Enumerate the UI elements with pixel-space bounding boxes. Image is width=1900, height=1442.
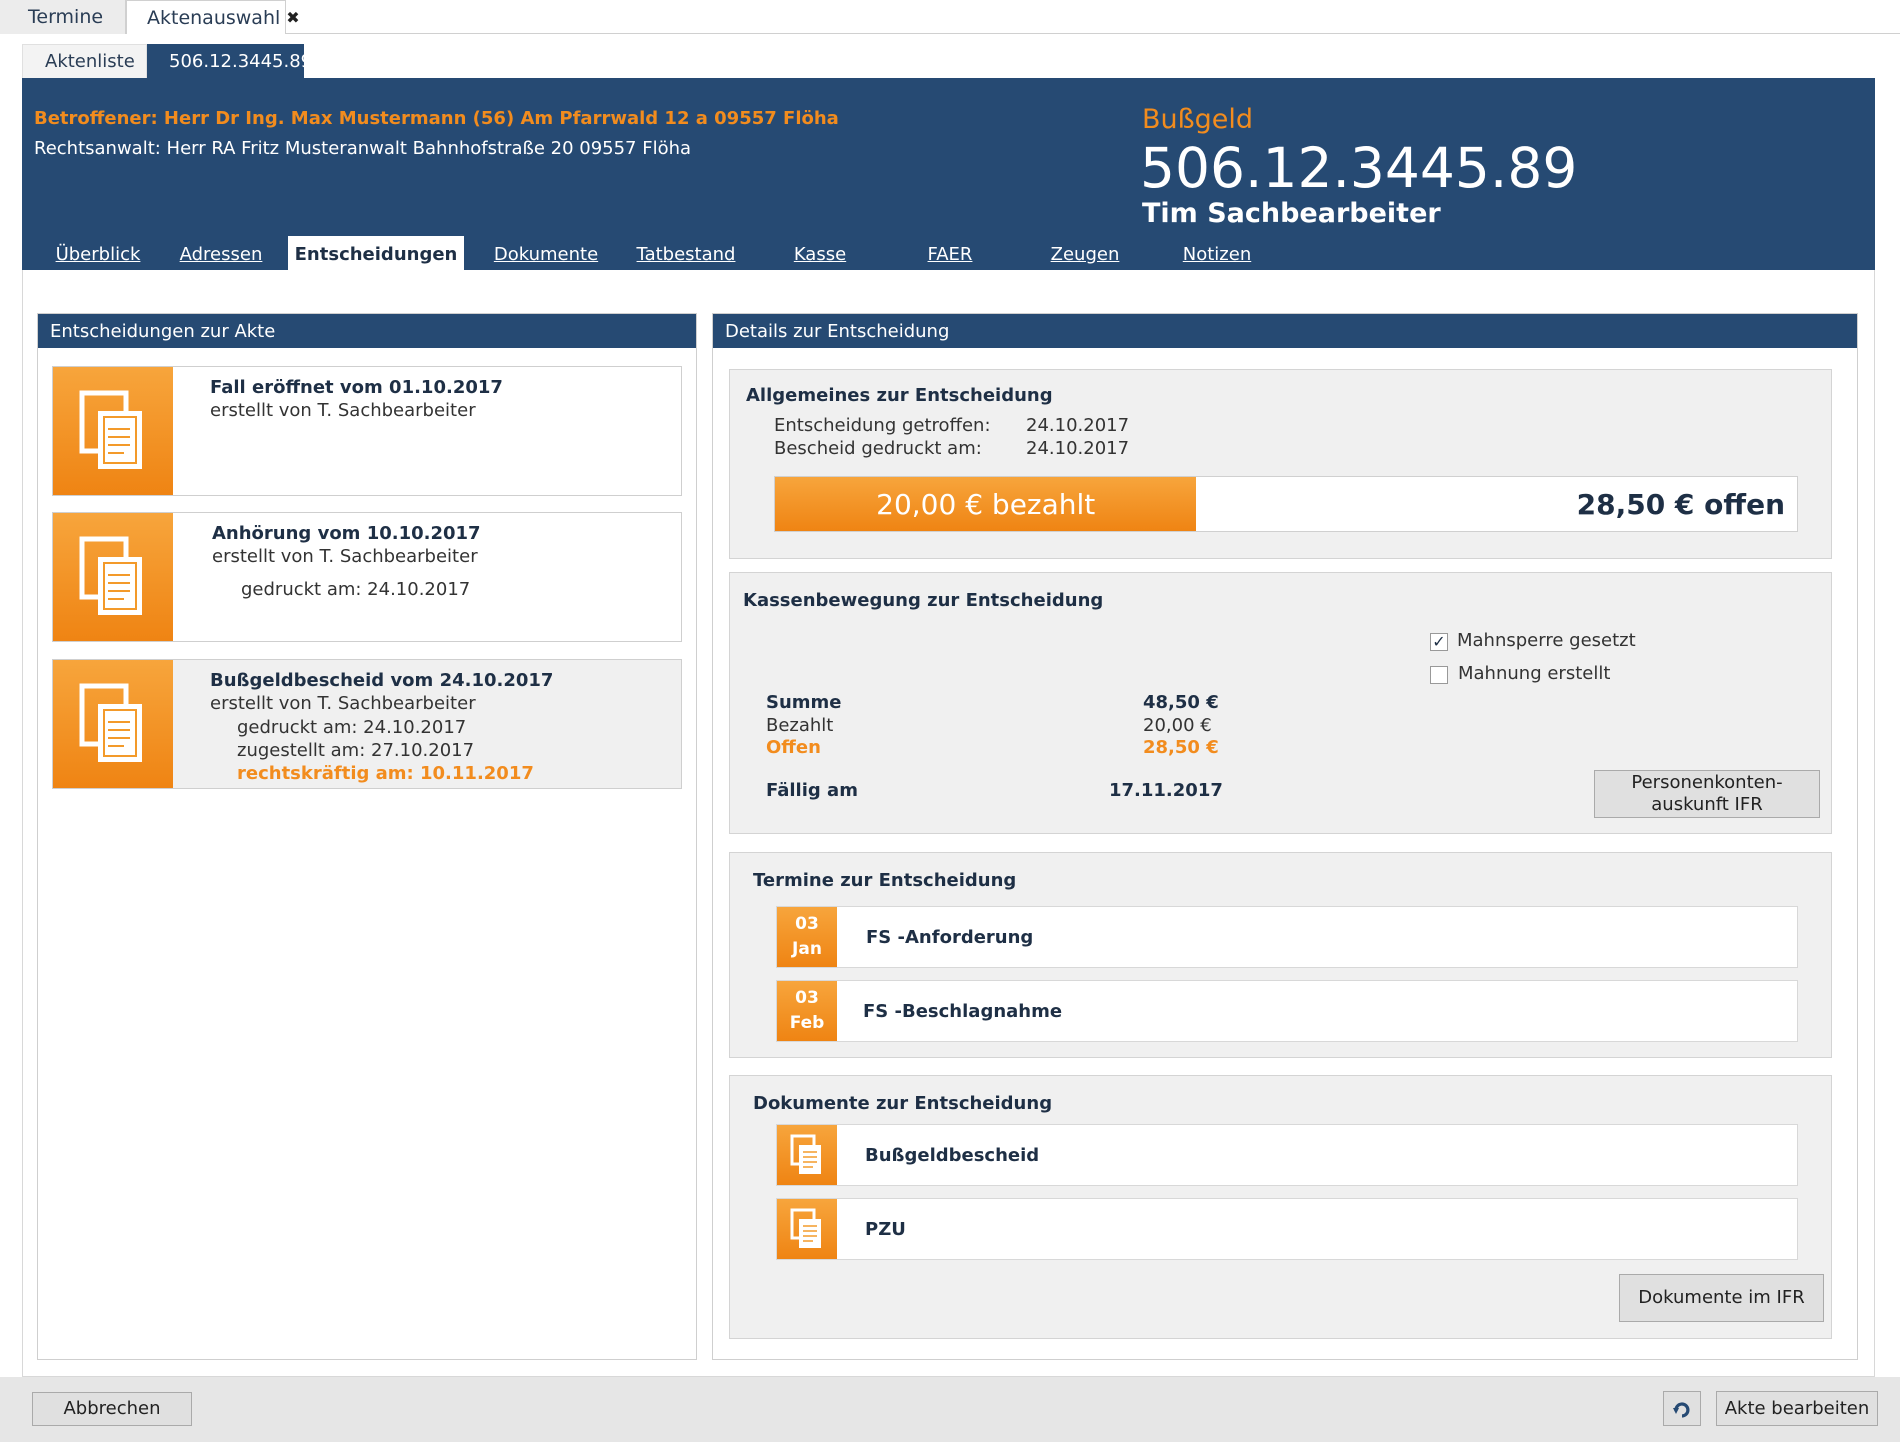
tab-adressen[interactable]: Adressen — [170, 236, 272, 272]
footer-bar — [0, 1377, 1900, 1442]
abbrechen-button[interactable]: Abbrechen — [32, 1392, 192, 1426]
case-user: Tim Sachbearbeiter — [1142, 198, 1441, 229]
bezahlt-value: 20,00 € — [1143, 715, 1212, 736]
document-stack-icon — [53, 367, 173, 495]
betroffener-text: Betroffener: Herr Dr Ing. Max Mustermann… — [34, 108, 839, 129]
tab-aktenliste-label: Aktenliste — [45, 51, 135, 72]
mahnsperre-checkbox[interactable]: ✓ — [1430, 633, 1448, 651]
decided-value: 24.10.2017 — [1026, 415, 1130, 436]
tab-aktenliste[interactable]: Aktenliste — [22, 44, 147, 78]
tab-dokumente[interactable]: Dokumente — [484, 236, 608, 272]
decided-label: Entscheidung getroffen: — [774, 415, 991, 436]
tab-tatbestand[interactable]: Tatbestand — [626, 236, 746, 272]
undo-icon — [1673, 1401, 1690, 1418]
case-type: Bußgeld — [1142, 104, 1254, 135]
termin-month: Jan — [792, 939, 822, 959]
termin-date: 03 Feb — [777, 981, 837, 1041]
document-stack-icon — [777, 1125, 837, 1185]
payment-progress-bar: 20,00 € bezahlt 28,50 € offen — [774, 476, 1798, 532]
decision-card-1[interactable]: Fall eröffnet vom 01.10.2017 erstellt vo… — [52, 366, 682, 496]
bezahlt-label: Bezahlt — [766, 715, 834, 736]
tab-zeugen[interactable]: Zeugen — [1030, 236, 1140, 272]
tab-kasse[interactable]: Kasse — [770, 236, 870, 272]
decision-card-legal: rechtskräftig am: 10.11.2017 — [237, 763, 534, 784]
dokumente-title: Dokumente zur Entscheidung — [753, 1093, 1053, 1114]
tab-akte-number[interactable]: 506.12.3445.89 — [147, 44, 312, 78]
decision-card-created: erstellt von T. Sachbearbeiter — [212, 546, 478, 567]
decision-card-title: Fall eröffnet vom 01.10.2017 — [210, 377, 503, 398]
mahnung-label: Mahnung erstellt — [1458, 663, 1611, 684]
tab-aktenauswahl[interactable]: Aktenauswahl ✖ — [126, 0, 300, 34]
document-stack-icon — [777, 1199, 837, 1259]
rechtsanwalt-text: Rechtsanwalt: Herr RA Fritz Musteranwalt… — [34, 138, 692, 159]
kasse-title: Kassenbewegung zur Entscheidung — [743, 590, 1104, 611]
right-panel-title: Details zur Entscheidung — [713, 314, 1857, 348]
akte-bearbeiten-button[interactable]: Akte bearbeiten — [1716, 1391, 1878, 1426]
decision-card-3[interactable]: Bußgeldbescheid vom 24.10.2017 erstellt … — [52, 659, 682, 789]
tab-faer[interactable]: FAER — [900, 236, 1000, 272]
faellig-value: 17.11.2017 — [1109, 780, 1223, 801]
decision-card-created: erstellt von T. Sachbearbeiter — [210, 400, 476, 421]
termin-label: FS -Beschlagnahme — [863, 1000, 1063, 1022]
termine-title: Termine zur Entscheidung — [753, 870, 1017, 891]
termin-row-2[interactable]: 03 Feb FS -Beschlagnahme — [776, 980, 1798, 1042]
summe-value: 48,50 € — [1143, 692, 1219, 713]
mahnsperre-label: Mahnsperre gesetzt — [1457, 630, 1636, 651]
faellig-label: Fällig am — [766, 780, 858, 801]
summe-label: Summe — [766, 692, 842, 713]
tab-ueberblick[interactable]: Überblick — [46, 236, 150, 272]
tab-divider — [286, 33, 1900, 34]
offen-label: Offen — [766, 737, 821, 758]
document-stack-icon — [53, 660, 173, 788]
tab-aktenauswahl-label: Aktenauswahl — [147, 6, 281, 29]
left-panel: Entscheidungen zur Akte Fall eröffnet vo… — [37, 313, 697, 1360]
close-icon[interactable]: ✖ — [286, 8, 299, 27]
mahnung-checkbox[interactable] — [1430, 666, 1448, 684]
decision-card-2[interactable]: Anhörung vom 10.10.2017 erstellt von T. … — [52, 512, 682, 642]
paid-fill: 20,00 € bezahlt — [775, 477, 1197, 531]
dokument-label: Bußgeldbescheid — [865, 1144, 1040, 1166]
printed-value: 24.10.2017 — [1026, 438, 1130, 459]
tab-termine[interactable]: Termine — [0, 0, 126, 34]
open-amount: 28,50 € offen — [1576, 487, 1785, 521]
personenkonten-button-line1: Personenkonten- — [1631, 772, 1783, 794]
tab-notizen[interactable]: Notizen — [1160, 236, 1274, 272]
termin-day: 03 — [795, 988, 819, 1009]
termin-month: Feb — [789, 1013, 825, 1033]
document-stack-icon — [53, 513, 173, 641]
personenkonten-button-line2: auskunft IFR — [1651, 794, 1763, 815]
dokument-label: PZU — [865, 1218, 906, 1240]
decision-card-printed: gedruckt am: 24.10.2017 — [241, 579, 471, 600]
undo-button[interactable] — [1663, 1391, 1701, 1426]
case-number: 506.12.3445.89 — [1140, 136, 1578, 200]
personenkonten-button[interactable]: Personenkonten- auskunft IFR — [1594, 770, 1820, 818]
termin-day: 03 — [795, 914, 819, 935]
dokument-row-1[interactable]: Bußgeldbescheid — [776, 1124, 1798, 1186]
tab-termine-label: Termine — [28, 6, 104, 28]
termin-row-1[interactable]: 03 Jan FS -Anforderung — [776, 906, 1798, 968]
decision-card-created: erstellt von T. Sachbearbeiter — [210, 693, 476, 714]
termin-label: FS -Anforderung — [866, 926, 1034, 948]
termin-date: 03 Jan — [777, 907, 837, 967]
decision-card-printed: gedruckt am: 24.10.2017 — [237, 717, 467, 738]
printed-label: Bescheid gedruckt am: — [774, 438, 982, 459]
decision-card-title: Bußgeldbescheid vom 24.10.2017 — [210, 670, 554, 691]
tab-akte-number-label: 506.12.3445.89 — [169, 50, 313, 72]
tab-entscheidungen[interactable]: Entscheidungen — [288, 236, 464, 272]
decision-card-title: Anhörung vom 10.10.2017 — [212, 523, 481, 544]
dokumente-im-ifr-button[interactable]: Dokumente im IFR — [1619, 1274, 1824, 1322]
offen-value: 28,50 € — [1143, 737, 1219, 758]
left-panel-title: Entscheidungen zur Akte — [38, 314, 696, 348]
decision-card-delivered: zugestellt am: 27.10.2017 — [237, 740, 475, 761]
allgemeines-title: Allgemeines zur Entscheidung — [746, 385, 1053, 406]
dokument-row-2[interactable]: PZU — [776, 1198, 1798, 1260]
